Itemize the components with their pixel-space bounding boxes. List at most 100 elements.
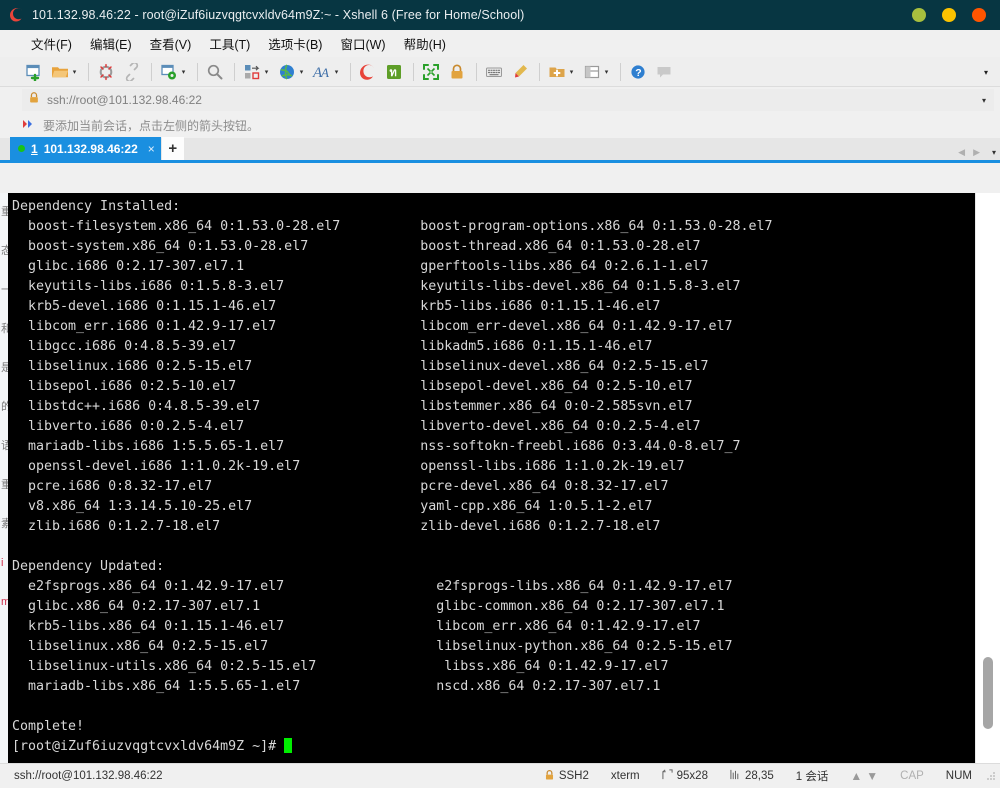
chevron-down-icon[interactable]: ▾ <box>567 62 576 82</box>
title-bar: 101.132.98.46:22 - root@iZuf6iuzvqgtcvxl… <box>0 0 1000 30</box>
comment-icon <box>654 62 674 82</box>
add-session-notice: 要添加当前会话，点击左侧的箭头按钮。 <box>0 113 1000 138</box>
font-icon: A A <box>312 62 332 82</box>
status-cursor-position: 28,35 <box>719 769 785 783</box>
chevron-down-icon[interactable]: ▾ <box>332 62 341 82</box>
status-terminal-type-label: xterm <box>610 770 640 782</box>
toolbar-separator <box>197 62 198 81</box>
add-note-icon <box>547 62 567 82</box>
xshell-spiral-icon <box>8 6 26 24</box>
minimize-button[interactable] <box>912 8 926 22</box>
transfer-icon <box>242 62 262 82</box>
tab-list-icon[interactable]: ▾ <box>992 148 996 157</box>
chevron-down-icon[interactable]: ▾ <box>982 96 986 105</box>
chevron-down-icon[interactable]: ▾ <box>262 62 271 82</box>
transfer-button[interactable]: ▾ <box>240 60 273 84</box>
resize-grip[interactable] <box>985 770 997 782</box>
highlight-button[interactable] <box>508 60 532 84</box>
chevron-down-icon[interactable]: ▾ <box>179 62 188 82</box>
resize-icon <box>662 769 673 783</box>
menu-file[interactable]: 文件(F) <box>22 31 81 56</box>
session-properties-button[interactable]: ▾ <box>157 60 190 84</box>
scrollbar-thumb[interactable] <box>983 657 993 729</box>
globe-icon <box>277 62 297 82</box>
menu-help[interactable]: 帮助(H) <box>395 31 455 56</box>
notice-text: 要添加当前会话，点击左侧的箭头按钮。 <box>43 119 260 133</box>
address-input[interactable]: ssh://root@101.132.98.46:22 ▾ <box>22 89 994 111</box>
reconnect-button[interactable] <box>120 60 144 84</box>
toolbar-overflow-button[interactable]: ▾ <box>978 57 994 87</box>
toolbar-separator <box>234 62 235 81</box>
layout-button[interactable]: ▾ <box>580 60 613 84</box>
red-arrow-icon <box>22 117 36 135</box>
find-button[interactable] <box>203 60 227 84</box>
disconnect-button[interactable] <box>94 60 118 84</box>
upload-arrow-icon: ▲ <box>850 769 863 783</box>
xshell-button[interactable] <box>356 60 380 84</box>
fullscreen-button[interactable] <box>419 60 443 84</box>
status-sessions-label: 1 会话 <box>795 771 829 783</box>
toolbar-separator <box>413 62 414 81</box>
add-note-button[interactable]: ▾ <box>545 60 578 84</box>
lock-icon <box>544 769 555 784</box>
close-button[interactable] <box>972 8 986 22</box>
terminal-scrollbar[interactable] <box>975 193 1000 763</box>
status-sessions: 1 会话 <box>785 768 840 784</box>
terminal-cursor <box>284 738 293 753</box>
connected-dot-icon <box>18 145 25 152</box>
help-button[interactable]: ? <box>626 60 650 84</box>
open-folder-icon <box>50 62 70 82</box>
toolbar-separator <box>350 62 351 81</box>
menu-tabs[interactable]: 选项卡(B) <box>259 31 331 56</box>
new-tab-button[interactable]: + <box>161 137 184 160</box>
comment-button[interactable] <box>652 60 676 84</box>
svg-text:?: ? <box>635 67 641 79</box>
menu-window[interactable]: 窗口(W) <box>331 31 394 56</box>
download-arrow-icon: ▼ <box>866 769 879 783</box>
terminal-viewport: Dependency Installed: boost-filesystem.x… <box>8 193 1000 763</box>
tab-session-1[interactable]: 1 101.132.98.46:22 × <box>10 137 161 160</box>
window-title: 101.132.98.46:22 - root@iZuf6iuzvqgtcvxl… <box>32 8 525 22</box>
toolbar-separator <box>151 62 152 81</box>
open-session-button[interactable]: ▾ <box>48 60 81 84</box>
layout-icon <box>582 62 602 82</box>
lock-icon <box>447 62 467 82</box>
new-session-icon <box>24 62 44 82</box>
lock-button[interactable] <box>445 60 469 84</box>
terminal-lines: Dependency Installed: boost-filesystem.x… <box>12 199 773 754</box>
keyboard-button[interactable] <box>482 60 506 84</box>
toolbar-separator <box>88 62 89 81</box>
status-connection: ssh://root@101.132.98.46:22 <box>14 770 163 782</box>
new-session-button[interactable] <box>22 60 46 84</box>
terminal-screen[interactable]: Dependency Installed: boost-filesystem.x… <box>8 193 975 763</box>
address-value: ssh://root@101.132.98.46:22 <box>47 93 202 107</box>
terminal-area: 重 态 一 和 是 的 语 重 素 i m Dependency Install… <box>0 193 1000 763</box>
reconnect-link-icon <box>122 62 142 82</box>
chevron-down-icon[interactable]: ▾ <box>70 62 79 82</box>
status-size-label: 95x28 <box>676 770 708 782</box>
chevron-down-icon[interactable]: ▾ <box>602 62 611 82</box>
fullscreen-icon <box>421 62 441 82</box>
status-terminal-type: xterm <box>600 770 651 782</box>
svg-text:A: A <box>320 65 329 80</box>
disconnect-icon <box>96 62 116 82</box>
toolbar-separator <box>476 62 477 81</box>
maximize-button[interactable] <box>942 8 956 22</box>
menu-edit[interactable]: 编辑(E) <box>81 31 141 56</box>
font-button[interactable]: A A ▾ <box>310 60 343 84</box>
prev-tab-icon[interactable]: ◀ <box>958 147 965 158</box>
xshell-window: 101.132.98.46:22 - root@iZuf6iuzvqgtcvxl… <box>0 0 1000 788</box>
close-icon[interactable]: × <box>148 142 155 156</box>
toolbar-separator <box>620 62 621 81</box>
menu-view[interactable]: 查看(V) <box>141 31 201 56</box>
terminal-output: Dependency Installed: boost-filesystem.x… <box>12 197 975 757</box>
next-tab-icon[interactable]: ▶ <box>973 147 980 158</box>
menu-tools[interactable]: 工具(T) <box>200 31 259 56</box>
status-protocol: SSH2 <box>533 769 600 784</box>
xftp-button[interactable]: ท <box>382 60 406 84</box>
status-size: 95x28 <box>651 769 719 783</box>
session-properties-icon <box>159 62 179 82</box>
chevron-down-icon[interactable]: ▾ <box>297 62 306 82</box>
globe-button[interactable]: ▾ <box>275 60 308 84</box>
status-cursor-label: 28,35 <box>744 770 774 782</box>
